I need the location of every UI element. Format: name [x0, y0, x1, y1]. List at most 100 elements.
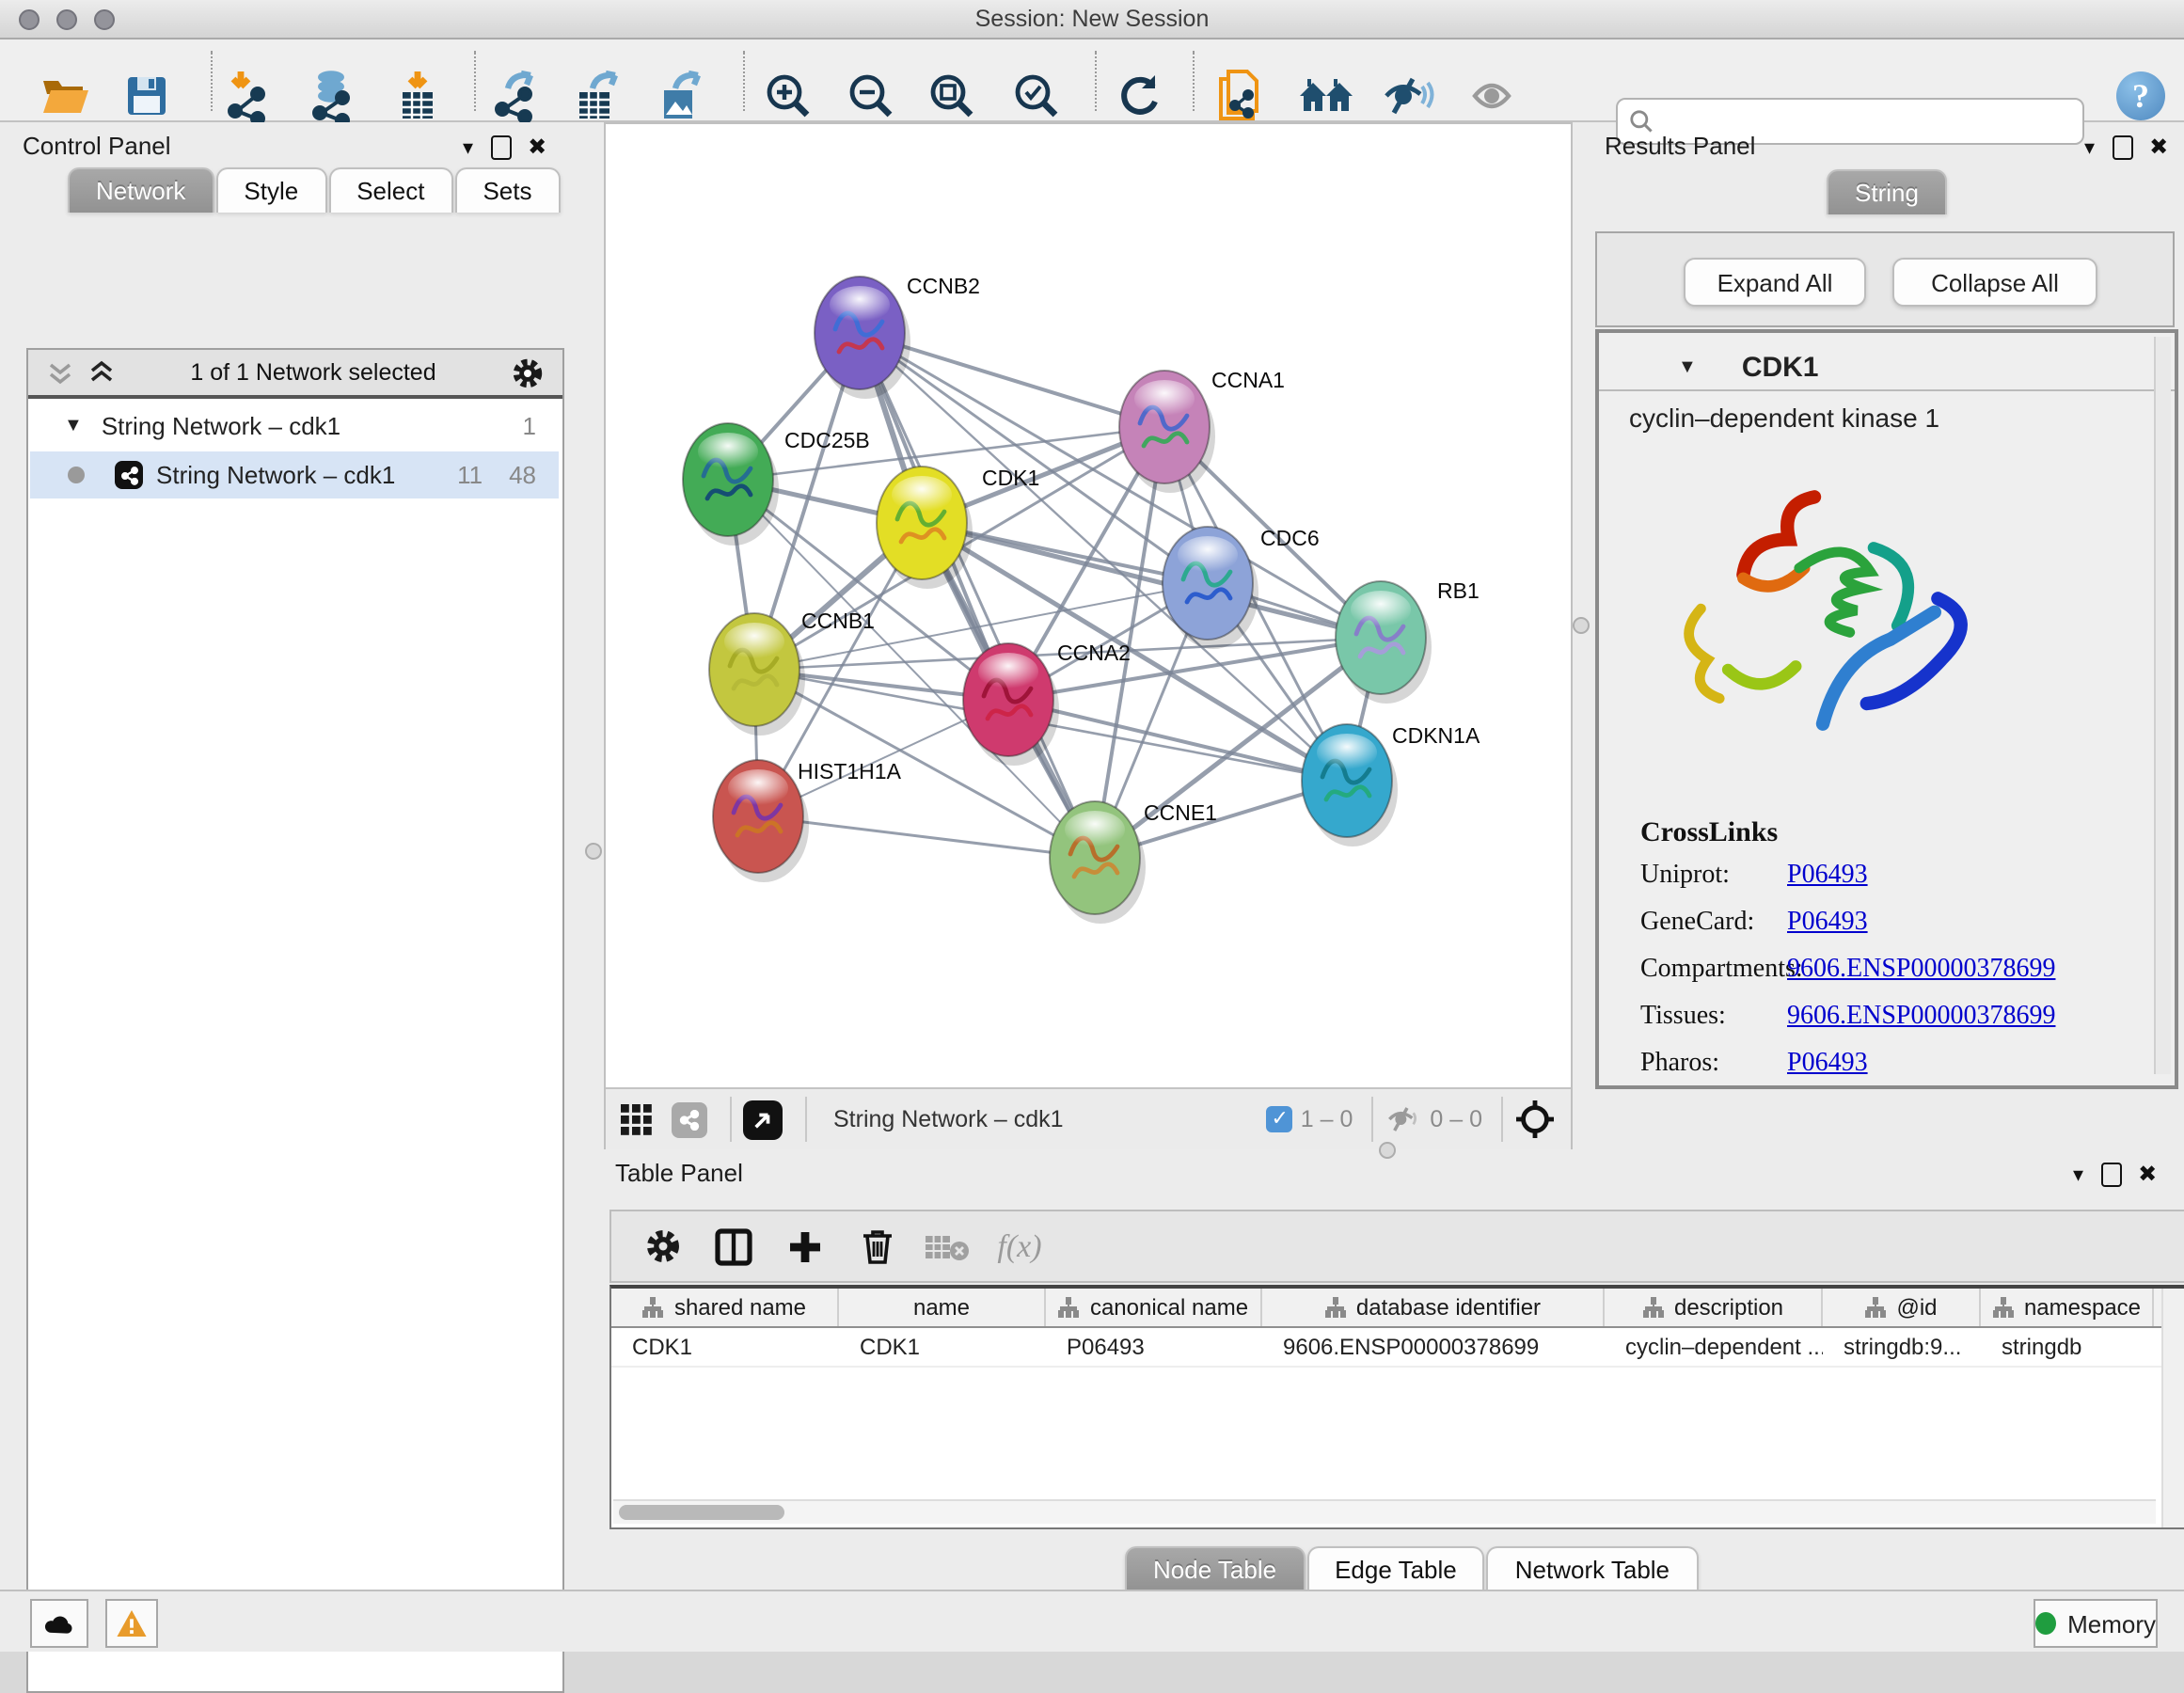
import-network-from-database-button[interactable]	[301, 68, 361, 124]
network-node-ccna1[interactable]	[1119, 371, 1215, 493]
import-table-button[interactable]	[388, 68, 448, 124]
memory-status-dot	[2035, 1612, 2056, 1635]
crosslink-link[interactable]: P06493	[1787, 909, 1868, 939]
network-row[interactable]: String Network – cdk1 11 48	[30, 451, 559, 498]
panel-float-icon[interactable]	[490, 134, 511, 159]
right-splitter-grip[interactable]	[1573, 617, 1590, 634]
delete-column-button[interactable]	[841, 1226, 912, 1266]
warnings-button[interactable]	[105, 1599, 158, 1648]
function-builder-button[interactable]: f(x)	[984, 1227, 1055, 1265]
collapse-all-networks-icon[interactable]	[47, 359, 73, 386]
export-image-button[interactable]	[651, 68, 711, 124]
crosshair-icon[interactable]	[1514, 1099, 1556, 1140]
network-node-ccnb2[interactable]	[815, 277, 910, 399]
zoom-selected-button[interactable]	[1006, 68, 1067, 124]
zoom-in-button[interactable]	[758, 68, 818, 124]
crosslink-link[interactable]: P06493	[1787, 1050, 1868, 1080]
crosslink-link[interactable]: 9606.ENSP00000378699	[1787, 1003, 2055, 1033]
tab-network[interactable]: Network	[68, 167, 214, 213]
table-settings-button[interactable]	[626, 1228, 698, 1264]
memory-button[interactable]: Memory	[2034, 1599, 2158, 1648]
zoom-out-button[interactable]	[841, 68, 901, 124]
network-selection-status: 1 of 1 Network selected	[115, 359, 512, 386]
create-column-button[interactable]	[769, 1227, 841, 1265]
show-hidden-button[interactable]	[1462, 68, 1522, 124]
network-node-hist1h1a[interactable]	[713, 760, 809, 882]
network-collection-row[interactable]: ▼ String Network – cdk1 1	[30, 403, 559, 450]
grid-view-icon[interactable]	[621, 1103, 653, 1135]
column-header-name[interactable]: name	[839, 1289, 1046, 1326]
open-session-button[interactable]	[36, 68, 96, 124]
help-button[interactable]: ?	[2111, 68, 2171, 124]
node-label-cdc25b: CDC25B	[784, 428, 870, 452]
expand-all-networks-icon[interactable]	[88, 359, 115, 386]
column-header--id[interactable]: @id	[1823, 1289, 1981, 1326]
first-neighbors-button[interactable]	[1296, 68, 1356, 124]
panel-menu-icon[interactable]: ▾	[463, 134, 473, 159]
network-node-ccne1[interactable]	[1050, 801, 1146, 924]
tab-style[interactable]: Style	[215, 167, 326, 213]
horizontal-splitter-grip[interactable]	[1379, 1142, 1396, 1159]
panel-menu-icon[interactable]: ▾	[2084, 134, 2095, 159]
import-network-button[interactable]	[220, 68, 280, 124]
tab-sets[interactable]: Sets	[454, 167, 560, 213]
delete-table-button[interactable]	[912, 1231, 984, 1261]
selected-checkbox-icon[interactable]: ✓	[1267, 1106, 1293, 1132]
column-header-canonical-name[interactable]: canonical name	[1046, 1289, 1262, 1326]
birdseye-view-icon[interactable]	[743, 1100, 783, 1139]
zoom-fit-button[interactable]	[922, 68, 982, 124]
table-cell: cyclin–dependent ...	[1605, 1328, 1823, 1366]
tab-node-table[interactable]: Node Table	[1125, 1546, 1305, 1591]
column-header-shared-name[interactable]: shared name	[611, 1289, 839, 1326]
gene-section-header[interactable]: ▼ CDK1	[1599, 344, 2175, 391]
network-view-icon[interactable]	[672, 1101, 707, 1137]
results-scrollbar[interactable]	[2154, 337, 2171, 1074]
network-graph[interactable]: CCNB2CCNA1CDC25BCDK1CDC6RB1CCNB1CCNA2CDK…	[606, 124, 1571, 1087]
crosslink-link[interactable]: 9606.ENSP00000378699	[1787, 956, 2055, 986]
tab-select[interactable]: Select	[328, 167, 452, 213]
export-table-button[interactable]	[568, 68, 628, 124]
tab-string[interactable]: String	[1827, 169, 1947, 214]
network-node-ccnb1[interactable]	[709, 613, 805, 736]
section-expander-icon[interactable]: ▼	[1678, 356, 1697, 377]
table-vscrollbar[interactable]	[2161, 1289, 2184, 1527]
collapse-all-button[interactable]: Collapse All	[1892, 258, 2097, 307]
node-label-ccne1: CCNE1	[1144, 800, 1217, 825]
network-node-cdk1[interactable]	[877, 467, 973, 589]
control-panel-title: Control Panel	[23, 132, 171, 160]
panel-menu-icon[interactable]: ▾	[2073, 1162, 2083, 1186]
network-canvas[interactable]: CCNB2CCNA1CDC25BCDK1CDC6RB1CCNB1CCNA2CDK…	[604, 122, 1573, 1149]
network-edge[interactable]	[1008, 700, 1347, 781]
network-node-ccna2[interactable]	[963, 643, 1059, 766]
panel-float-icon[interactable]	[2112, 134, 2132, 159]
save-session-button[interactable]	[117, 68, 177, 124]
column-header-namespace[interactable]: namespace	[1981, 1289, 2154, 1326]
table-hscrollbar[interactable]	[613, 1499, 2156, 1524]
cloud-status-button[interactable]	[30, 1599, 88, 1648]
panel-close-icon[interactable]: ✖	[2138, 1161, 2157, 1187]
panel-close-icon[interactable]: ✖	[528, 134, 546, 160]
tab-network-table[interactable]: Network Table	[1487, 1546, 1698, 1591]
network-node-rb1[interactable]	[1336, 581, 1432, 704]
show-columns-button[interactable]	[698, 1227, 769, 1265]
gear-icon[interactable]	[512, 356, 544, 388]
hide-selected-button[interactable]	[1379, 68, 1439, 124]
expand-all-button[interactable]: Expand All	[1684, 258, 1866, 307]
tree-expander-icon[interactable]: ▼	[64, 416, 83, 436]
network-node-cdkn1a[interactable]	[1302, 724, 1398, 846]
network-from-selection-button[interactable]	[1211, 68, 1272, 124]
panel-close-icon[interactable]: ✖	[2149, 134, 2168, 160]
zoom-fit-icon	[927, 71, 976, 120]
tab-edge-table[interactable]: Edge Table	[1306, 1546, 1485, 1591]
column-header-database-identifier[interactable]: database identifier	[1262, 1289, 1605, 1326]
export-network-button[interactable]	[487, 68, 547, 124]
panel-float-icon[interactable]	[2100, 1162, 2121, 1186]
crosslinks-title: CrossLinks	[1640, 818, 2055, 850]
crosslink-link[interactable]: P06493	[1787, 862, 1868, 892]
left-splitter-grip[interactable]	[585, 843, 602, 860]
column-header-description[interactable]: description	[1605, 1289, 1823, 1326]
network-node-cdc6[interactable]	[1163, 527, 1258, 649]
apply-layout-button[interactable]	[1110, 68, 1170, 124]
table-row[interactable]: CDK1CDK1P064939606.ENSP00000378699cyclin…	[611, 1328, 2184, 1368]
table-cell: CDK1	[611, 1328, 839, 1366]
